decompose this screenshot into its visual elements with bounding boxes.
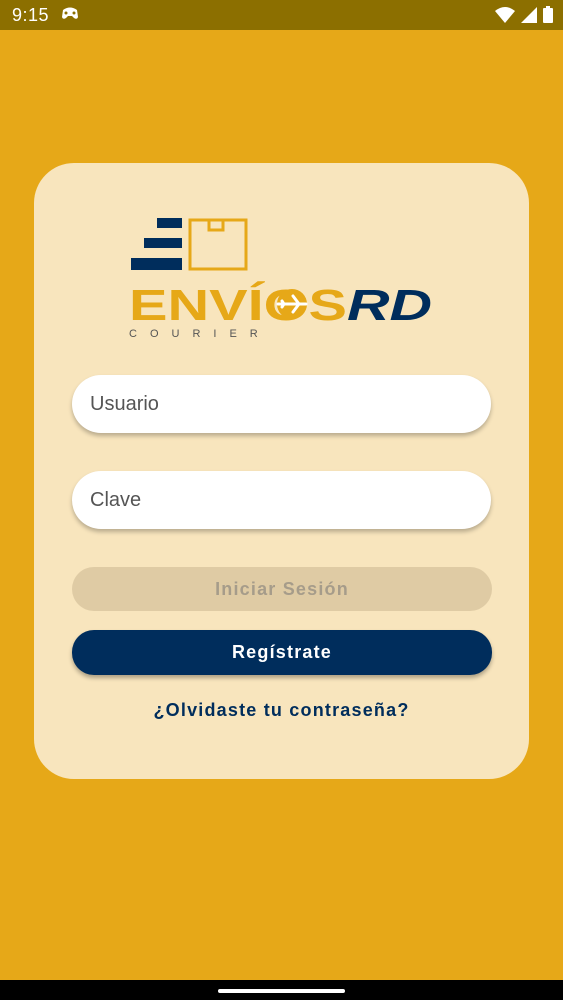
navigation-bar <box>0 980 563 1000</box>
status-bar: 9:15 <box>0 0 563 30</box>
logo-brand-main: ENVÍOS <box>129 280 347 330</box>
envios-rd-logo: ENVÍOS RD COURIER <box>129 218 432 340</box>
login-button-label: Iniciar Sesión <box>215 578 349 599</box>
register-button[interactable]: Regístrate <box>72 630 492 675</box>
battery-icon <box>543 6 553 28</box>
logo-stack-bar <box>157 218 182 228</box>
forgot-password-link[interactable]: ¿Olvidaste tu contraseña? <box>34 700 529 721</box>
password-input[interactable]: Clave <box>72 471 491 529</box>
username-input[interactable]: Usuario <box>72 375 491 433</box>
logo-stack-bar <box>131 258 182 270</box>
signal-icon <box>521 6 537 28</box>
status-time: 9:15 <box>12 5 50 25</box>
logo-box-icon <box>188 218 248 271</box>
login-card: ENVÍOS RD COURIER Usuario Clave Iniciar … <box>34 163 529 779</box>
login-button[interactable]: Iniciar Sesión <box>72 567 492 611</box>
logo-tagline: COURIER <box>129 328 271 340</box>
logo-brand-suffix: RD <box>347 281 432 330</box>
home-handle[interactable] <box>218 989 345 993</box>
password-placeholder: Clave <box>90 488 142 511</box>
wifi-icon <box>495 6 515 28</box>
logo-stack-bar <box>144 238 182 248</box>
status-icons <box>495 6 553 28</box>
username-placeholder: Usuario <box>90 392 159 415</box>
register-button-label: Regístrate <box>231 642 333 662</box>
game-controller-icon <box>60 6 80 27</box>
